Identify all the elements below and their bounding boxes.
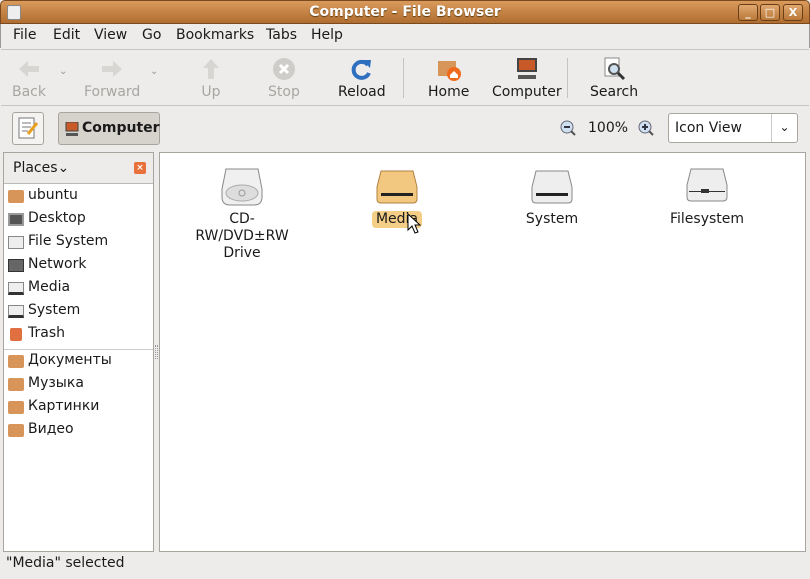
computer-icon — [65, 122, 79, 136]
folder-icon — [8, 378, 24, 391]
reload-icon — [351, 59, 371, 80]
reload-button[interactable]: Reload — [338, 56, 386, 100]
search-icon — [604, 57, 626, 81]
file-view: CD-RW/DVD±RW Drive Media System Filesyst… — [159, 152, 806, 552]
menu-bar: File Edit View Go Bookmarks Tabs Help — [0, 24, 810, 48]
minimize-button[interactable]: _ — [738, 4, 758, 21]
close-button[interactable]: X — [783, 4, 803, 21]
hard-drive-icon — [531, 170, 573, 204]
menu-bookmarks[interactable]: Bookmarks — [176, 27, 254, 43]
pane-resize-handle[interactable] — [155, 345, 158, 359]
folder-icon — [8, 355, 24, 368]
sidebar-item-system[interactable]: System — [8, 301, 148, 323]
window-title: Computer - File Browser — [309, 4, 501, 20]
file-item-system[interactable]: System — [487, 165, 617, 228]
bookmark-documents[interactable]: Документы — [8, 351, 148, 373]
title-bar: Computer - File Browser _ □ X — [0, 0, 810, 24]
zoom-out-icon[interactable] — [559, 119, 577, 137]
menu-file[interactable]: File — [13, 27, 36, 43]
file-item-cd-drive[interactable]: CD-RW/DVD±RW Drive — [177, 165, 307, 262]
drive-icon — [8, 282, 24, 295]
home-folder-icon — [437, 61, 461, 81]
forward-history-dropdown[interactable]: ⌄ — [150, 66, 158, 77]
menu-help[interactable]: Help — [311, 27, 343, 43]
forward-button[interactable]: Forward — [84, 56, 140, 100]
home-folder-icon — [8, 190, 24, 203]
forward-arrow-icon — [102, 61, 123, 77]
search-button[interactable]: Search — [590, 56, 638, 100]
close-sidebar-icon[interactable]: × — [134, 162, 146, 174]
computer-icon — [516, 58, 537, 79]
toggle-location-entry-button[interactable] — [12, 112, 44, 145]
back-button[interactable]: Back — [12, 56, 46, 100]
status-bar: "Media" selected — [6, 555, 125, 571]
computer-button[interactable]: Computer — [492, 56, 562, 100]
file-item-filesystem[interactable]: Filesystem — [642, 165, 772, 228]
bookmark-music[interactable]: Музыка — [8, 374, 148, 396]
optical-drive-icon — [221, 168, 263, 206]
places-dropdown[interactable]: Places⌄ — [13, 160, 69, 176]
up-button[interactable]: Up — [198, 56, 224, 100]
sidebar-item-desktop[interactable]: Desktop — [8, 209, 148, 231]
file-item-media[interactable]: Media — [332, 165, 462, 228]
stop-button[interactable]: Stop — [268, 56, 300, 100]
sidebar-item-network[interactable]: Network — [8, 255, 148, 277]
hard-drive-icon — [686, 168, 728, 202]
up-arrow-icon — [203, 59, 219, 79]
media-drive-icon — [376, 170, 418, 204]
home-button[interactable]: Home — [428, 56, 469, 100]
zoom-in-icon[interactable] — [637, 119, 655, 137]
network-icon — [8, 259, 24, 272]
chevron-down-icon: ⌄ — [771, 114, 797, 142]
bookmark-videos[interactable]: Видео — [8, 420, 148, 442]
folder-icon — [8, 401, 24, 414]
sidebar-item-ubuntu[interactable]: ubuntu — [8, 186, 148, 208]
zoom-level[interactable]: 100% — [588, 120, 628, 136]
view-mode-select[interactable]: Icon View ⌄ — [668, 113, 798, 143]
drive-icon — [8, 305, 24, 318]
menu-go[interactable]: Go — [142, 27, 161, 43]
sidebar: Places⌄ × ubuntu Desktop File System Net… — [3, 152, 154, 552]
back-history-dropdown[interactable]: ⌄ — [59, 66, 67, 77]
menu-view[interactable]: View — [94, 27, 127, 43]
desktop-icon — [8, 213, 24, 226]
back-arrow-icon — [19, 61, 39, 77]
menu-tabs[interactable]: Tabs — [266, 27, 297, 43]
path-button-computer[interactable]: Computer — [58, 112, 160, 145]
sidebar-item-media[interactable]: Media — [8, 278, 148, 300]
trash-icon — [10, 328, 22, 341]
edit-document-icon — [18, 117, 39, 139]
menu-edit[interactable]: Edit — [53, 27, 80, 43]
folder-icon — [8, 424, 24, 437]
mouse-cursor-icon — [407, 213, 421, 234]
sidebar-header: Places⌄ × — [4, 153, 153, 184]
maximize-button[interactable]: □ — [760, 4, 780, 21]
drive-icon — [8, 236, 24, 249]
sidebar-item-file-system[interactable]: File System — [8, 232, 148, 254]
stop-icon — [272, 58, 295, 80]
sidebar-item-trash[interactable]: Trash — [8, 324, 148, 346]
bookmark-pictures[interactable]: Картинки — [8, 397, 148, 419]
